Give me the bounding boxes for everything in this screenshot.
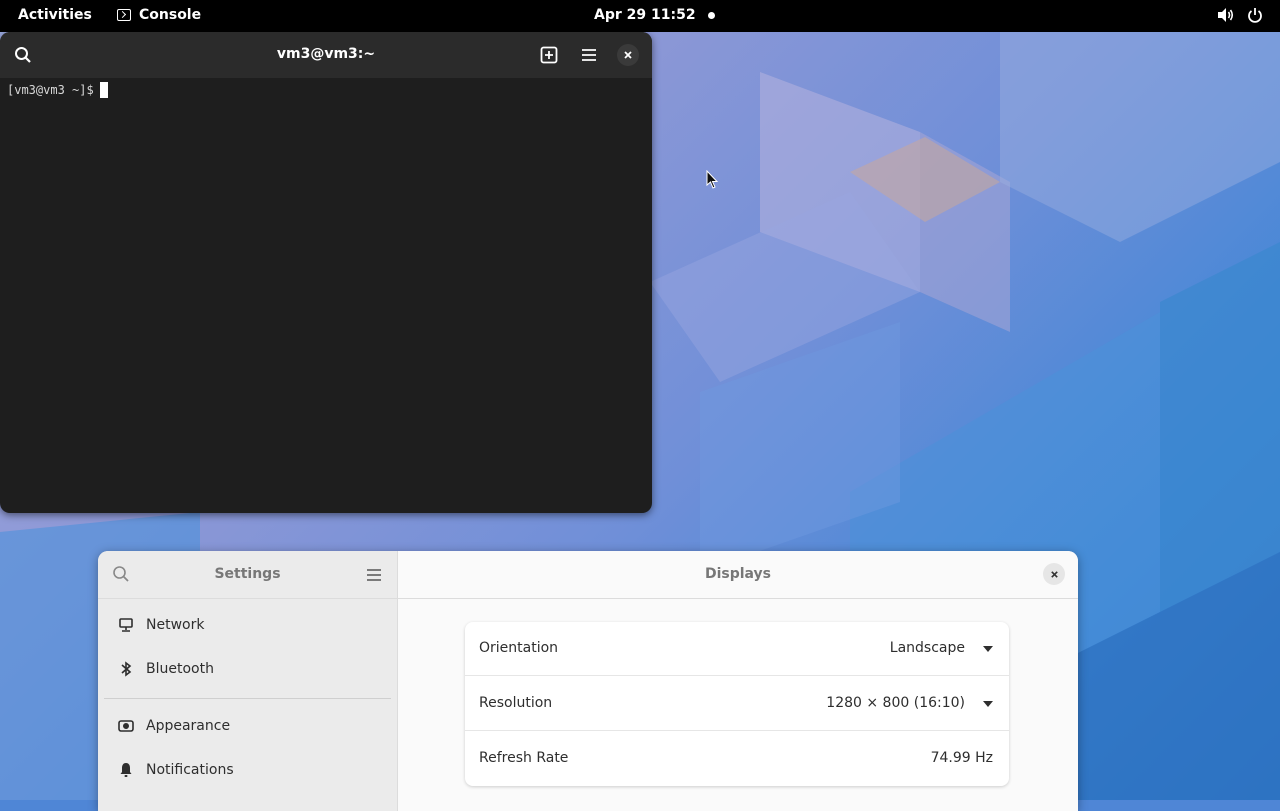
hamburger-menu-icon[interactable] [577,43,601,67]
mouse-pointer-icon [706,169,720,194]
panel-header: Displays [398,551,1078,599]
terminal-window[interactable]: vm3@vm3:~ [vm3@vm3 ~]$ [0,32,652,513]
resolution-label: Resolution [479,695,553,711]
volume-icon[interactable] [1217,7,1235,27]
settings-main-panel: Displays Orientation Landscape Resolutio… [398,551,1078,811]
top-bar: Activities Console Apr 29 11:52 [0,0,1280,32]
appearance-icon [118,718,134,734]
orientation-label: Orientation [479,640,559,656]
sidebar-title: Settings [214,566,281,582]
network-icon [118,617,134,633]
bluetooth-icon [118,661,134,677]
sidebar-item-label: Network [146,617,205,633]
resolution-value: 1280 × 800 (16:10) [826,695,965,711]
orientation-value: Landscape [889,640,965,656]
terminal-content[interactable]: [vm3@vm3 ~]$ [7,82,108,98]
refresh-rate-row[interactable]: Refresh Rate 74.99 Hz [465,732,1009,786]
sidebar-item-notifications[interactable]: Notifications [98,748,397,792]
row-divider [465,730,1009,731]
sidebar-divider [104,698,391,699]
row-divider [465,675,1009,676]
settings-window[interactable]: Settings Network Bluetooth Appearance No… [98,551,1078,811]
notification-dot-icon [708,12,715,19]
console-app-icon [117,9,131,21]
hamburger-menu-icon[interactable] [366,567,382,586]
refresh-rate-value: 74.99 Hz [930,750,993,766]
sidebar-item-bluetooth[interactable]: Bluetooth [98,647,397,691]
terminal-header-bar[interactable]: vm3@vm3:~ [0,32,652,78]
sidebar-item-network[interactable]: Network [98,603,397,647]
chevron-down-icon[interactable] [983,701,993,707]
sidebar-item-label: Bluetooth [146,661,214,677]
activities-button[interactable]: Activities [18,7,92,23]
close-icon[interactable] [617,44,639,66]
refresh-rate-label: Refresh Rate [479,750,569,766]
new-tab-icon[interactable] [537,43,561,67]
resolution-row[interactable]: Resolution 1280 × 800 (16:10) [465,677,1009,731]
shell-prompt: [vm3@vm3 ~]$ [7,83,94,97]
display-settings-card: Orientation Landscape Resolution 1280 × … [465,622,1009,786]
app-menu-button[interactable]: Console [117,7,201,23]
text-cursor [99,82,108,98]
sidebar-item-appearance[interactable]: Appearance [98,704,397,748]
clock-button[interactable]: Apr 29 11:52 [594,7,696,23]
close-icon[interactable] [1043,563,1065,585]
sidebar-item-label: Appearance [146,718,231,734]
chevron-down-icon[interactable] [983,646,993,652]
settings-sidebar: Settings Network Bluetooth Appearance No… [98,551,398,811]
power-icon[interactable] [1247,7,1263,27]
sidebar-header: Settings [98,551,397,599]
panel-title: Displays [704,566,772,582]
orientation-row[interactable]: Orientation Landscape [465,622,1009,676]
app-name-label: Console [139,7,202,23]
sidebar-item-label: Notifications [146,762,234,778]
bell-icon [118,762,134,778]
